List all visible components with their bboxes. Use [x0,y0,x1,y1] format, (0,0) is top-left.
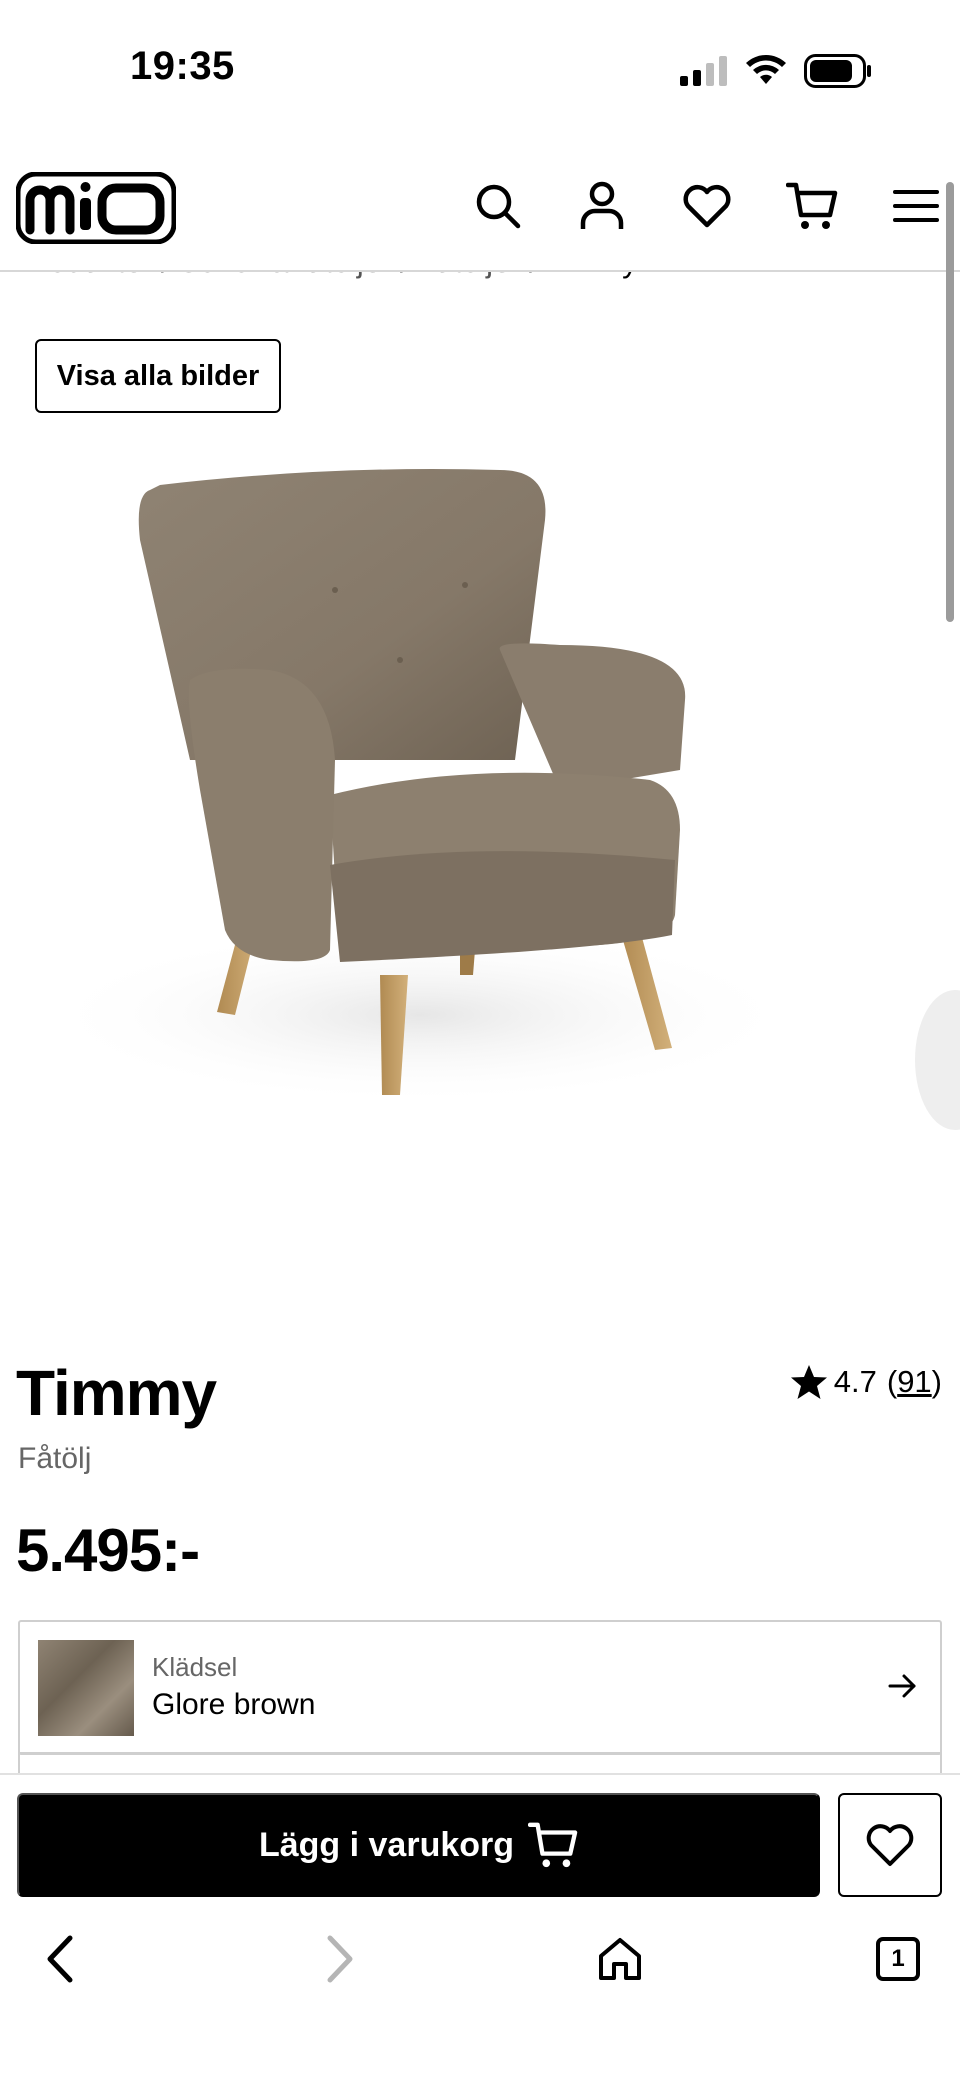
search-icon [476,184,521,229]
product-price: 5.495:- [16,1517,200,1584]
product-image[interactable] [0,420,960,1180]
sticky-action-bar: Lägg i varukorg [0,1773,960,1903]
add-to-cart-button[interactable]: Lägg i varukorg [17,1793,820,1897]
add-to-favorites-button[interactable] [838,1793,942,1897]
rating-paren-close: ) [931,1364,942,1399]
upholstery-selector[interactable]: Klädsel Glore brown [18,1620,942,1755]
cart-icon [786,182,838,229]
menu-icon [893,190,939,222]
browser-forward-button[interactable] [310,1929,370,1989]
view-all-images-button[interactable]: Visa alla bilder [35,339,281,413]
add-to-cart-label: Lägg i varukorg [258,1825,515,1864]
browser-home-button[interactable] [590,1929,650,1989]
arrow-right-icon [888,1674,916,1698]
search-button[interactable] [470,178,526,234]
account-button[interactable] [574,178,630,234]
upholstery-value: Glore brown [152,1688,316,1721]
home-icon [599,1938,641,1980]
product-category: Fåtölj [18,1442,92,1475]
heart-icon [866,1824,914,1866]
star-icon [790,1365,827,1399]
browser-tabs-button[interactable]: 1 [868,1929,928,1989]
heart-icon [683,184,731,228]
chevron-left-icon [47,1935,73,1983]
product-name: Timmy [16,1357,217,1429]
browser-toolbar: 1 [0,1903,960,2086]
mio-logo[interactable] [16,172,176,244]
tab-count: 1 [891,1945,905,1972]
account-icon [580,181,624,229]
tabs-icon: 1 [876,1937,920,1981]
upholstery-label: Klädsel [152,1652,238,1682]
battery-icon [804,54,871,88]
review-count-link[interactable]: 91 [897,1364,931,1400]
chevron-right-icon [327,1935,353,1983]
status-time: 19:35 [130,44,235,88]
cart-icon [528,1822,578,1868]
rating-paren-open: ( [886,1364,898,1399]
cellular-signal-icon [680,56,727,86]
fabric-swatch [38,1640,134,1736]
favorites-button[interactable] [679,178,735,234]
product-rating[interactable]: 4.7 (91) [790,1364,942,1400]
site-header [0,140,960,272]
browser-back-button[interactable] [30,1929,90,1989]
rating-value: 4.7 [833,1364,877,1399]
cart-button[interactable] [784,178,840,234]
menu-button[interactable] [888,178,944,234]
status-bar: 19:35 [0,0,960,140]
wifi-icon [746,55,786,84]
page-scrollbar[interactable] [946,182,954,622]
